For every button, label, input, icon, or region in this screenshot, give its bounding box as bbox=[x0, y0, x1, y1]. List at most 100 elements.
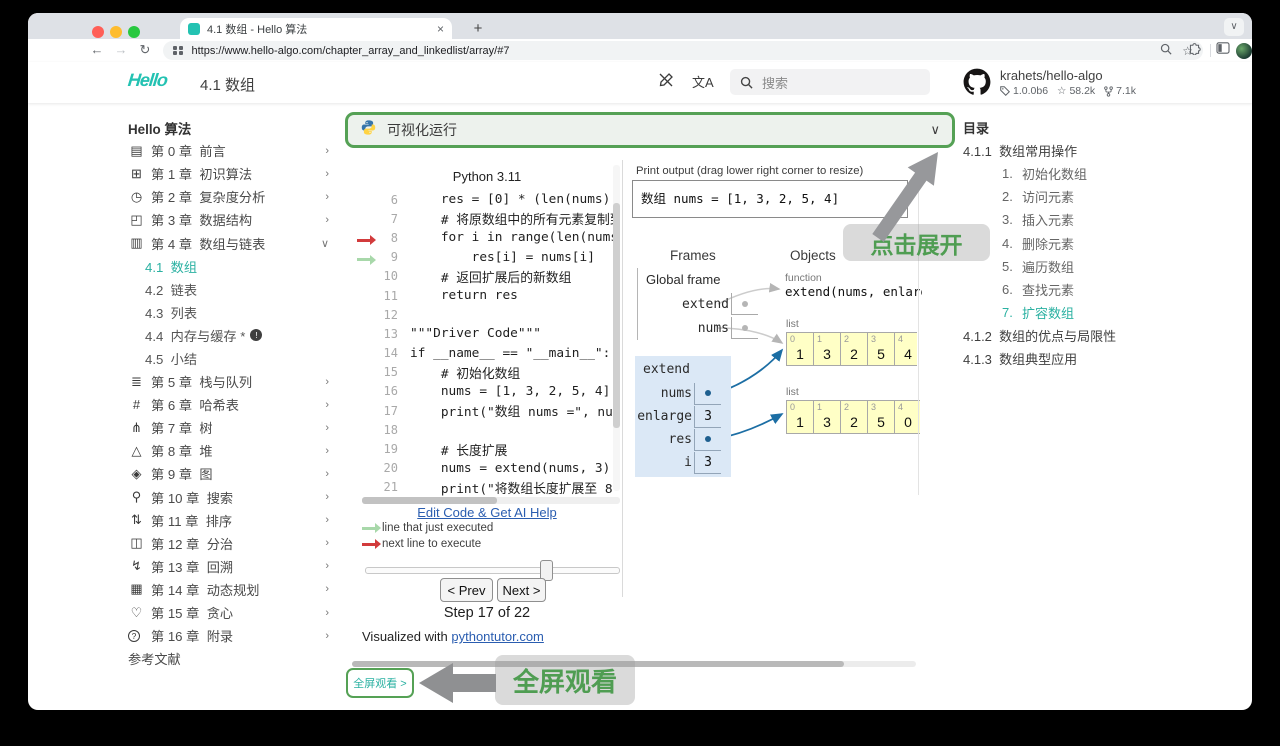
chevron-right-icon: › bbox=[325, 583, 329, 596]
dp-icon: ▦ bbox=[130, 581, 143, 597]
sidebar-chapter[interactable]: ⇅ 第 11 章 排序 › bbox=[128, 509, 333, 532]
sidebar-chapter[interactable]: ⋔ 第 7 章 树 › bbox=[128, 416, 333, 439]
minimize-window-button[interactable] bbox=[110, 26, 122, 38]
sidebar-chapter[interactable]: ▦ 第 14 章 动态规划 › bbox=[128, 578, 333, 601]
translate-icon[interactable]: 文A bbox=[692, 72, 714, 91]
fullscreen-link[interactable]: 全屏观看 > bbox=[346, 668, 414, 698]
browser-window: 4.1 数组 - Hello 算法 × + ∨ ← → ↻ https://ww… bbox=[28, 13, 1252, 710]
sorting-icon: ⇅ bbox=[131, 512, 142, 528]
code-vertical-scrollbar-thumb[interactable] bbox=[613, 203, 620, 428]
sidebar-item-references[interactable]: 参考文献 bbox=[128, 647, 333, 670]
array-list-icon: ▥ bbox=[130, 235, 143, 251]
search-input[interactable]: 搜索 bbox=[730, 69, 930, 95]
search-chapter-icon: ⚲ bbox=[131, 489, 142, 505]
code-display: 6 res = [0] * (len(nums) 7 # 将原数组中的所有元素复… bbox=[352, 190, 620, 499]
legend-just-executed: line that just executed bbox=[362, 522, 493, 534]
sidebar-chapter[interactable]: ▥ 第 4 章 数组与链表 ∨ bbox=[128, 231, 333, 254]
tab-search-icon[interactable]: ∨ bbox=[1224, 18, 1244, 36]
toc-item[interactable]: 5. 遍历数组 bbox=[963, 255, 1178, 278]
sidebar-item[interactable]: 4.3 列表 bbox=[128, 301, 333, 324]
toc-item[interactable]: 2. 访问元素 bbox=[963, 185, 1178, 208]
toc-item-active[interactable]: 7. 扩容数组 bbox=[963, 301, 1178, 324]
site-logo[interactable]: Hello bbox=[127, 70, 168, 91]
toc-item[interactable]: 3. 插入元素 bbox=[963, 208, 1178, 231]
sidebar-chapter[interactable]: ◫ 第 12 章 分治 › bbox=[128, 532, 333, 555]
annotation-arrow-left-icon bbox=[419, 663, 496, 703]
toc-item[interactable]: 1. 初始化数组 bbox=[963, 162, 1178, 185]
browser-toolbar: ← → ↻ https://www.hello-algo.com/chapter… bbox=[28, 39, 1252, 63]
tab-group-icon bbox=[173, 45, 183, 56]
sidebar-chapter[interactable]: ♡ 第 15 章 贪心 › bbox=[128, 601, 333, 624]
next-button[interactable]: Next > bbox=[497, 578, 546, 602]
sidebar-chapter[interactable]: ◰ 第 3 章 数据结构 › bbox=[128, 208, 333, 231]
github-octocat-icon[interactable] bbox=[963, 68, 991, 101]
backtracking-icon: ↯ bbox=[131, 558, 142, 574]
book-icon: ▤ bbox=[130, 142, 143, 158]
edit-code-link[interactable]: Edit Code & Get AI Help bbox=[417, 505, 556, 520]
frame-var-nums: nums bbox=[643, 382, 731, 405]
new-tab-button[interactable]: + bbox=[468, 19, 488, 39]
address-bar[interactable]: https://www.hello-algo.com/chapter_array… bbox=[163, 41, 1203, 60]
sidebar-chapter[interactable]: ? 第 16 章 附录 › bbox=[128, 624, 333, 647]
list-object-res: list 0113223540 bbox=[786, 386, 920, 434]
zoom-window-button[interactable] bbox=[128, 26, 140, 38]
list-cell: 13 bbox=[813, 400, 841, 434]
star-icon: ☆ bbox=[1057, 85, 1067, 97]
pointer-dot bbox=[742, 324, 748, 331]
chevron-right-icon: › bbox=[325, 190, 329, 203]
back-button[interactable]: ← bbox=[88, 42, 106, 57]
tab-title: 4.1 数组 - Hello 算法 bbox=[207, 23, 308, 36]
sidebar-chapter[interactable]: ⚲ 第 10 章 搜索 › bbox=[128, 486, 333, 509]
zoom-page-icon[interactable] bbox=[1160, 43, 1172, 58]
chevron-right-icon: › bbox=[325, 398, 329, 411]
sidebar-chapter[interactable]: ▤ 第 0 章 前言 › bbox=[128, 139, 333, 162]
intro-icon: ⊞ bbox=[131, 165, 142, 181]
step-slider[interactable] bbox=[365, 567, 620, 574]
code-line: 12 bbox=[383, 307, 398, 322]
sidebar-chapter[interactable]: ↯ 第 13 章 回溯 › bbox=[128, 555, 333, 578]
extensions-icon[interactable] bbox=[1188, 42, 1201, 58]
sidebar-chapter[interactable]: ⊞ 第 1 章 初识算法 › bbox=[128, 162, 333, 185]
toc-item[interactable]: 4. 删除元素 bbox=[963, 231, 1178, 254]
reload-button[interactable]: ↻ bbox=[136, 42, 154, 58]
repo-name[interactable]: krahets/hello-algo bbox=[1000, 68, 1103, 83]
sidebar-chapter[interactable]: ◷ 第 2 章 复杂度分析 › bbox=[128, 185, 333, 208]
sidebar-item[interactable]: 4.2 链表 bbox=[128, 278, 333, 301]
code-line: 7 # 将原数组中的所有元素复制到 bbox=[390, 211, 620, 229]
visualized-with: Visualized with pythontutor.com bbox=[362, 629, 544, 644]
sidebar-item[interactable]: 4.4 内存与缓存 *! bbox=[128, 324, 333, 347]
chevron-right-icon: › bbox=[325, 444, 329, 457]
toc-item[interactable]: 6. 查找元素 bbox=[963, 278, 1178, 301]
list-cell: 22 bbox=[840, 332, 868, 366]
sidebar-item[interactable]: 4.5 小结 bbox=[128, 347, 333, 370]
sidebar-chapter[interactable]: ◈ 第 9 章 图 › bbox=[128, 462, 333, 485]
code-horizontal-scrollbar-thumb[interactable] bbox=[362, 497, 497, 504]
sidebar-item-active[interactable]: 4.1 数组 bbox=[128, 255, 333, 278]
side-panel-icon[interactable] bbox=[1216, 42, 1230, 57]
edit-toggle-icon[interactable] bbox=[658, 72, 674, 92]
search-icon bbox=[740, 76, 753, 89]
sidebar-chapter[interactable]: ≣ 第 5 章 栈与队列 › bbox=[128, 370, 333, 393]
exec-arrow-green bbox=[357, 248, 376, 266]
list-cell: 01 bbox=[786, 400, 814, 434]
browser-tab[interactable]: 4.1 数组 - Hello 算法 × bbox=[180, 18, 452, 39]
tab-close-icon[interactable]: × bbox=[437, 22, 444, 36]
chevron-right-icon: › bbox=[325, 467, 329, 480]
forward-button[interactable]: → bbox=[112, 42, 130, 57]
code-line: 11 return res bbox=[383, 288, 518, 304]
toc-item[interactable]: 4.1.1 数组常用操作 bbox=[963, 139, 1178, 162]
sidebar-chapter[interactable]: △ 第 8 章 堆 › bbox=[128, 439, 333, 462]
extend-stack-frame: extend nums enlarge 3 res i 3 bbox=[635, 356, 731, 477]
table-of-contents: 目录 4.1.1 数组常用操作 1. 初始化数组 2. 访问元素 3. 插入元素 4. 删除元素 5… bbox=[963, 116, 1178, 370]
toc-item[interactable]: 4.1.2 数组的优点与局限性 bbox=[963, 324, 1178, 347]
pythontutor-link[interactable]: pythontutor.com bbox=[451, 629, 544, 644]
prev-button[interactable]: < Prev bbox=[440, 578, 493, 602]
toc-item[interactable]: 4.1.3 数组典型应用 bbox=[963, 347, 1178, 370]
close-window-button[interactable] bbox=[92, 26, 104, 38]
sidebar-chapter[interactable]: # 第 6 章 哈希表 › bbox=[128, 393, 333, 416]
chevron-right-icon: › bbox=[325, 514, 329, 527]
profile-avatar[interactable] bbox=[1236, 43, 1252, 59]
frame-var-extend: extend bbox=[646, 292, 758, 316]
status-badge: ! bbox=[250, 329, 263, 342]
sidebar-nav: Hello 算法 ▤ 第 0 章 前言 › ⊞ 第 1 章 初识算法 › ◷ 第 2 章 复杂度… bbox=[128, 116, 333, 670]
